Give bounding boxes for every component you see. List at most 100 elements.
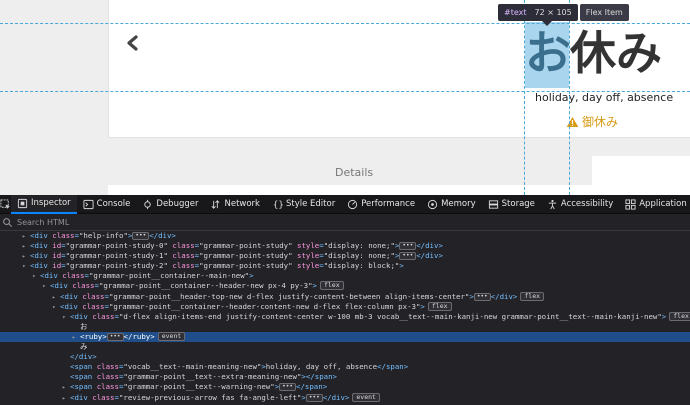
tree-row[interactable]: ▾ <div class="grammar-point__container--m…: [0, 271, 690, 281]
tab-label: Network: [224, 199, 260, 209]
storage-icon: [488, 199, 498, 209]
tree-row[interactable]: ▾ <div class="grammar-point__container--h…: [0, 281, 690, 291]
collapsed-children-button[interactable]: •••: [132, 232, 150, 240]
console-icon: [83, 199, 94, 209]
tag-text: >: [399, 261, 404, 271]
tab-inspector[interactable]: Inspector: [11, 194, 77, 214]
accessibility-icon: [548, 199, 557, 209]
flex-badge[interactable]: flex: [520, 291, 545, 301]
element-picker-icon[interactable]: [0, 195, 11, 214]
expand-toggle-icon[interactable]: ▸: [62, 394, 70, 404]
tab-label: Accessibility: [560, 199, 614, 209]
tag-text: <div: [40, 271, 63, 281]
attr-value: "review-previous-arrow fas fa-angle-left…: [118, 392, 302, 402]
attr-name: class: [172, 241, 195, 251]
attr-value: "display: block;": [323, 261, 400, 271]
attr-name: style: [297, 251, 320, 261]
attr-name: style: [297, 241, 320, 251]
attr-name: class: [92, 392, 115, 402]
tooltip-flex-item: Flex Item: [579, 4, 629, 21]
tree-row[interactable]: ▸ <div id="grammar-point-study-1" class="…: [0, 251, 690, 261]
collapsed-children-button[interactable]: •••: [106, 332, 124, 341]
performance-icon: [348, 199, 358, 209]
tree-row[interactable]: ▸ <div class="grammar-point__header-top-n…: [0, 291, 690, 302]
devtools-toolbar: Inspector Console Debugger Network {} Style E…: [0, 194, 690, 214]
attr-name: id: [52, 261, 62, 271]
attr-value: "grammar-point__container--header-new px…: [98, 281, 313, 291]
attr-name: class: [82, 301, 105, 311]
text-node: holiday, day off, absence: [265, 362, 378, 372]
tab-label: Inspector: [31, 198, 71, 208]
tag-text: <div: [30, 251, 53, 261]
tree-row[interactable]: <span class="vocab__text--main-meaning-n…: [0, 362, 690, 372]
attr-name: class: [72, 281, 95, 291]
tab-performance[interactable]: Performance: [341, 195, 421, 214]
collapsed-children-button[interactable]: •••: [305, 393, 323, 402]
attr-name: class: [96, 372, 119, 382]
tab-label: Console: [96, 199, 131, 209]
tree-row[interactable]: ▸ <div class="help-info"> ••• </div>: [0, 231, 690, 241]
tab-network[interactable]: Network: [204, 195, 266, 214]
tree-row[interactable]: ▾ <div id="grammar-point-study-2" class="…: [0, 261, 690, 271]
tag-text: </div>: [70, 352, 97, 362]
attr-value: "display: none;": [323, 241, 395, 251]
tree-row[interactable]: ▾ <div class="grammar-point__container--h…: [0, 301, 690, 312]
collapsed-children-button[interactable]: •••: [473, 292, 491, 301]
tag-text: <div: [30, 241, 53, 251]
tab-storage[interactable]: Storage: [482, 195, 541, 214]
tree-row[interactable]: ▸ <div id="grammar-point-study-0" class="…: [0, 241, 690, 251]
kanji-highlighted: お: [525, 22, 571, 88]
search-html[interactable]: Search HTML: [0, 214, 690, 231]
tag-text: ></span>: [301, 372, 337, 382]
tag-text: </div>: [322, 392, 350, 402]
chevron-left-icon[interactable]: [122, 28, 142, 58]
flex-badge[interactable]: flex: [427, 301, 452, 311]
tree-row[interactable]: ▸ <span class="grammar-point__text--warni…: [0, 382, 690, 392]
tree-row[interactable]: ▾ <div class="d-flex align-items-end just…: [0, 311, 690, 322]
markup-tree: ▸ <div class="help-info"> ••• </div> ▸ <div i…: [0, 231, 690, 403]
event-badge[interactable]: event: [352, 392, 380, 402]
tree-row[interactable]: ▸ <div class="review-previous-arrow fas f…: [0, 392, 690, 404]
search-html-input[interactable]: Search HTML: [17, 218, 69, 227]
tree-row[interactable]: お: [0, 322, 690, 332]
attr-value: "grammar-point-study": [199, 261, 297, 271]
attr-value: "grammar-point-study-2": [65, 261, 173, 271]
attr-name: class: [62, 271, 85, 281]
debugger-icon: [144, 199, 152, 209]
tab-style-editor[interactable]: {} Style Editor: [266, 195, 341, 214]
warning-note: 御休み: [566, 113, 618, 130]
page-viewport: お 休み holiday, day off, absence 御休み Detai…: [0, 0, 690, 195]
vocab-meaning: holiday, day off, absence: [535, 91, 674, 104]
search-icon: [3, 217, 13, 227]
tag-text: </div>: [416, 251, 443, 261]
application-icon: [625, 198, 636, 210]
tree-row-selected[interactable]: ▸ <ruby> ••• </ruby> event: [0, 331, 690, 343]
attr-name: id: [52, 241, 62, 251]
tab-memory[interactable]: Memory: [421, 195, 482, 214]
tree-row[interactable]: み: [0, 342, 690, 352]
tree-row[interactable]: <span class="grammar-point__text--extra-…: [0, 372, 690, 382]
tag-text: <div: [70, 311, 93, 321]
tag-text: <div: [50, 281, 73, 291]
attr-value: "d-flex align-items-end justify-content-…: [118, 311, 662, 321]
collapsed-children-button[interactable]: •••: [399, 252, 417, 261]
tree-row[interactable]: </div>: [0, 352, 690, 362]
tab-debugger[interactable]: Debugger: [136, 195, 204, 214]
attr-name: class: [96, 382, 119, 392]
attr-name: style: [297, 261, 320, 271]
flex-badge[interactable]: flex: [319, 281, 344, 291]
attr-name: class: [96, 362, 119, 372]
collapsed-children-button[interactable]: •••: [399, 242, 417, 251]
event-badge[interactable]: event: [157, 331, 186, 341]
tab-accessibility[interactable]: Accessibility: [541, 195, 619, 214]
tab-application[interactable]: Application: [619, 195, 690, 214]
collapsed-children-button[interactable]: •••: [279, 383, 296, 392]
attr-value: "grammar-point-study-1": [65, 251, 173, 261]
tab-console[interactable]: Console: [77, 195, 137, 214]
tooltip-arrow: [542, 21, 552, 26]
style-editor-icon: {}: [273, 199, 283, 209]
warning-text: 御休み: [582, 115, 619, 129]
flex-badge[interactable]: flex: [669, 311, 690, 321]
inspector-icon: [17, 198, 28, 208]
tag-text: <ruby>: [80, 331, 107, 341]
